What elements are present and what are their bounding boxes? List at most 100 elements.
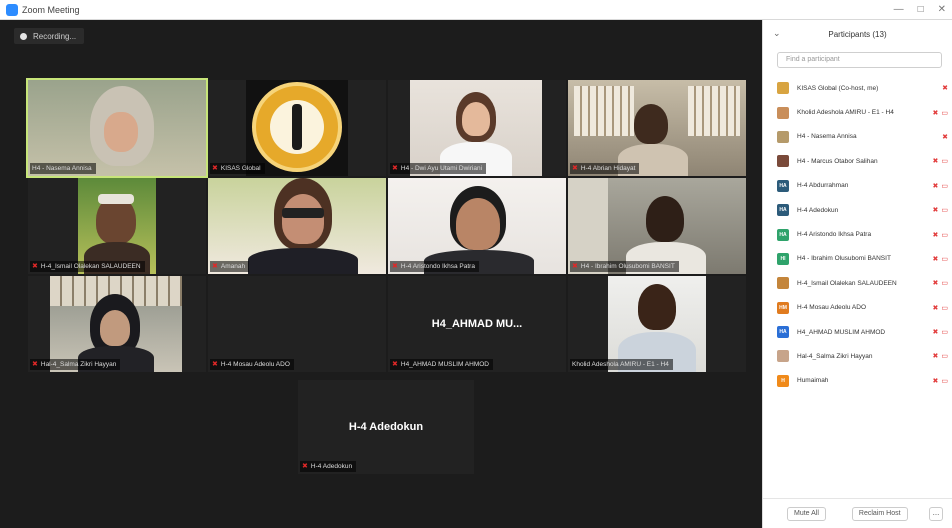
video-tile[interactable]: ✖ H-4_Ismail Olalekan SALAUDEEN <box>28 178 206 274</box>
participant-avatar: HA <box>777 179 789 192</box>
video-tile[interactable]: ✖ H4 - Dwi Ayu Utami Dwiriani <box>388 80 566 176</box>
tile-display-name: H-4 Adedokun <box>348 421 424 433</box>
participant-video <box>568 178 746 274</box>
participant-row[interactable]: Hal-4_Salma Zikri Hayyan ✖ ▭ <box>763 344 952 368</box>
camera-off-icon: ▭ <box>941 280 948 288</box>
participant-row[interactable]: H4 - Nasema Annisa ✖ <box>763 125 952 149</box>
participant-name: H4 - Nasema Annisa <box>797 133 857 141</box>
video-tile[interactable]: ✖ H-4 Mosau Adeolu ADO <box>208 276 386 372</box>
video-tile[interactable]: H-4 Adedokun ✖ H-4 Adedokun <box>298 380 474 474</box>
reclaim-host-button[interactable]: Reclaim Host <box>851 506 908 521</box>
participant-row[interactable]: KISAS Global (Co-host, me) ✖ <box>763 76 952 100</box>
participant-avatar <box>777 155 789 168</box>
participant-avatar <box>777 106 789 119</box>
tile-name-text: Hal-4_Salma Zikri Hayyan <box>40 361 117 368</box>
more-options-button[interactable]: ... <box>929 507 943 521</box>
participant-list: KISAS Global (Co-host, me) ✖ Kholid Adesho… <box>763 76 952 393</box>
participant-avatar <box>777 277 789 290</box>
participant-status: ✖ ▭ <box>928 279 952 287</box>
video-tile[interactable]: ✖ Hal-4_Salma Zikri Hayyan <box>28 276 206 372</box>
maximize-button[interactable]: □ <box>918 4 924 15</box>
mic-muted-icon: ✖ <box>942 85 948 93</box>
participant-name: Hal-4_Salma Zikri Hayyan <box>797 352 873 360</box>
video-tile[interactable]: ✖ H-4 Abrian Hidayat <box>568 80 746 176</box>
participant-name: H4_AHMAD MUSLIM AHMOD <box>797 328 886 336</box>
collapse-panel-icon[interactable]: ⌄ <box>773 28 781 39</box>
mic-muted-icon: ✖ <box>932 280 939 288</box>
mic-muted-icon: ✖ <box>212 361 218 368</box>
close-button[interactable]: ✕ <box>938 4 946 15</box>
mic-muted-icon: ✖ <box>932 231 939 239</box>
participant-row[interactable]: HA H-4 Aristondo Ikhsa Patra ✖ ▭ <box>763 222 952 246</box>
tile-name-label: ✖ H-4 Abrian Hidayat <box>570 163 640 174</box>
participant-name: Kholid Adeshola AMIRU - E1 - H4 <box>797 109 894 117</box>
participant-row[interactable]: HA H-4 Abdurrahman ✖ ▭ <box>763 174 952 198</box>
participant-row[interactable]: HM H-4 Mosau Adeolu ADO ✖ ▭ <box>763 296 952 320</box>
participant-avatar: HI <box>777 252 789 265</box>
participant-row[interactable]: Kholid Adeshola AMIRU - E1 - H4 ✖ ▭ <box>763 100 952 124</box>
participant-status: ✖ <box>928 84 952 92</box>
video-tile[interactable]: ✖ H4 - Ibrahim Olusubomi BANSIT <box>568 178 746 274</box>
mic-muted-icon: ✖ <box>932 377 939 385</box>
tile-name-label: ✖ Hal-4_Salma Zikri Hayyan <box>30 359 121 370</box>
participant-status: ✖ <box>928 133 952 141</box>
participant-status: ✖ ▭ <box>928 206 952 214</box>
video-tile[interactable]: Kholid Adeshola AMIRU - E1 - H4 <box>568 276 746 372</box>
participant-status: ✖ ▭ <box>928 304 952 312</box>
mute-all-button[interactable]: Mute All <box>787 506 826 521</box>
participant-avatar: HA <box>777 326 789 339</box>
camera-off-icon: ▭ <box>941 158 948 166</box>
camera-off-icon: ▭ <box>941 255 948 263</box>
tile-name-label: ✖ H-4 Adedokun <box>300 461 357 472</box>
tile-name-label: ✖ H4_AHMAD MUSLIM AHMOD <box>390 359 493 370</box>
participant-row[interactable]: HA H-4 Adedokun ✖ ▭ <box>763 198 952 222</box>
participant-status: ✖ ▭ <box>928 157 952 165</box>
participant-name: H-4 Aristondo Ikhsa Patra <box>797 231 872 239</box>
participant-search-input[interactable]: Find a participant <box>777 52 942 68</box>
participant-row[interactable]: H-4_Ismail Olalekan SALAUDEEN ✖ ▭ <box>763 271 952 295</box>
recording-indicator[interactable]: Recording... <box>14 28 85 44</box>
tile-display-name: H4_AHMAD MU... <box>431 318 523 330</box>
participant-avatar: HM <box>777 301 789 314</box>
mic-muted-icon: ✖ <box>932 353 939 361</box>
minimize-button[interactable]: — <box>894 4 904 15</box>
window-title: Zoom Meeting <box>22 4 80 15</box>
participant-name: H-4 Abdurrahman <box>797 182 849 190</box>
tile-name-label: ✖ H-4 Aristondo Ikhsa Patra <box>390 261 479 272</box>
participant-avatar <box>777 350 789 363</box>
participant-name: KISAS Global (Co-host, me) <box>797 84 879 92</box>
tile-name-text: H4 - Dwi Ayu Utami Dwiriani <box>400 165 483 172</box>
window-titlebar: Zoom Meeting — □ ✕ <box>0 0 952 20</box>
tile-name-label: ✖ H4 - Ibrahim Olusubomi BANSIT <box>570 261 679 272</box>
participant-video <box>50 276 182 372</box>
participants-footer: Mute All Reclaim Host ... <box>763 498 952 528</box>
participant-video <box>246 80 348 176</box>
participant-name: H4 - Marcus Otabor Salihan <box>797 157 878 165</box>
camera-off-icon: ▭ <box>941 304 948 312</box>
video-tile[interactable]: ✖ KISAS Global <box>208 80 386 176</box>
video-tile[interactable]: H4_AHMAD MU... ✖ H4_AHMAD MUSLIM AHMOD <box>388 276 566 372</box>
participants-title: Participants (13) <box>828 29 887 39</box>
participant-video <box>208 178 386 274</box>
camera-off-icon: ▭ <box>941 207 948 215</box>
video-tile[interactable]: H4 - Nasema Annisa <box>26 78 208 178</box>
participant-status: ✖ ▭ <box>928 231 952 239</box>
participant-status: ✖ ▭ <box>928 182 952 190</box>
tile-name-text: H4 - Nasema Annisa <box>32 165 92 172</box>
mic-muted-icon: ✖ <box>572 165 578 172</box>
tile-name-label: ✖ H-4_Ismail Olalekan SALAUDEEN <box>30 261 145 272</box>
participant-status: ✖ ▭ <box>928 328 952 336</box>
camera-off-icon: ▭ <box>941 182 948 190</box>
participant-row[interactable]: HA H4_AHMAD MUSLIM AHMOD ✖ ▭ <box>763 320 952 344</box>
video-gallery: Recording... H4 - Nasema Annisa ✖ KISAS G… <box>0 20 762 528</box>
video-tile[interactable]: ✖ Amanah <box>208 178 386 274</box>
video-tile[interactable]: ✖ H-4 Aristondo Ikhsa Patra <box>388 178 566 274</box>
participant-row[interactable]: H Humaimah ✖ ▭ <box>763 369 952 393</box>
participant-row[interactable]: H4 - Marcus Otabor Salihan ✖ ▭ <box>763 149 952 173</box>
mic-muted-icon: ✖ <box>932 255 939 263</box>
participant-video <box>78 178 156 274</box>
participant-row[interactable]: HI H4 - Ibrahim Olusubomi BANSIT ✖ ▭ <box>763 247 952 271</box>
mic-muted-icon: ✖ <box>572 263 578 270</box>
tile-name-text: H4_AHMAD MUSLIM AHMOD <box>400 361 489 368</box>
window-controls: — □ ✕ <box>894 4 946 15</box>
